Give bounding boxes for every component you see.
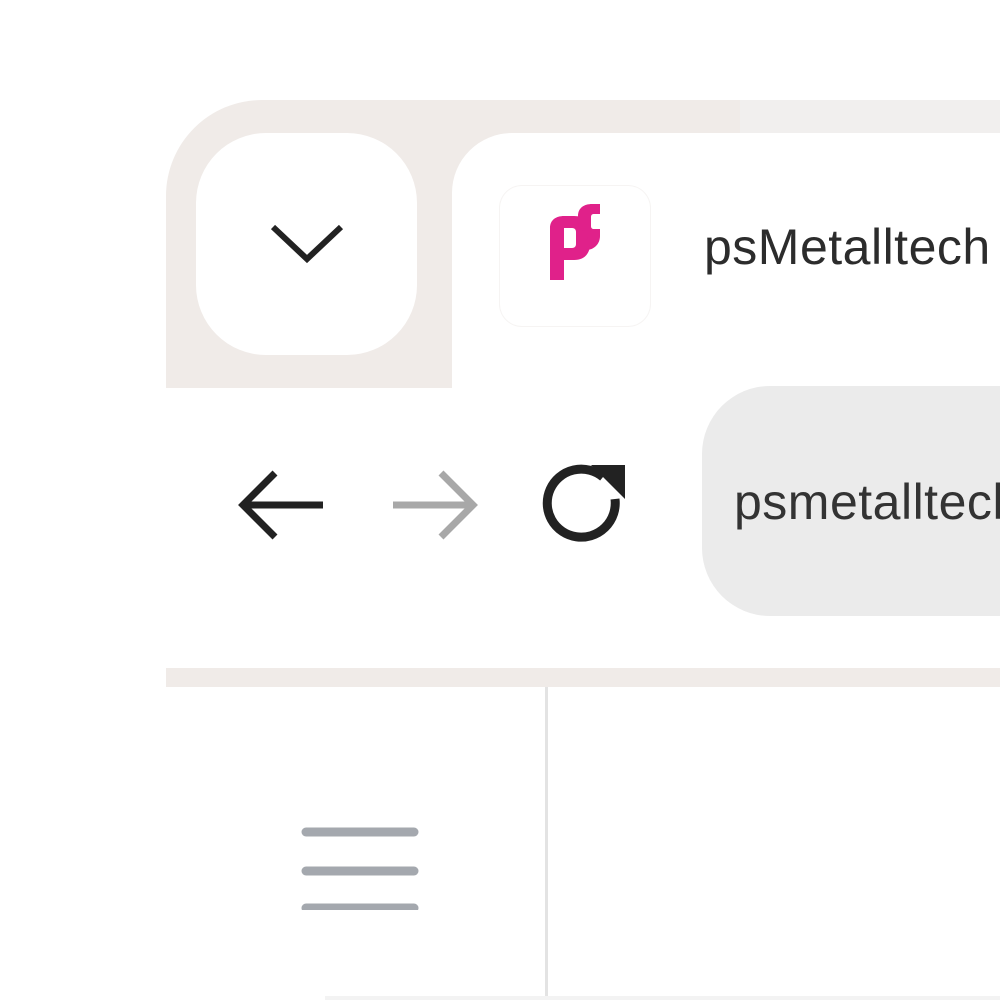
back-button[interactable] (226, 455, 336, 555)
tab-title: psMetalltech (704, 219, 991, 275)
menu-button[interactable] (290, 800, 430, 920)
forward-button[interactable] (380, 455, 490, 555)
tab-search-button[interactable] (196, 133, 417, 355)
chevron-down-icon (270, 224, 343, 264)
arrow-right-icon (393, 470, 478, 540)
toolbar-divider (166, 668, 1000, 687)
side-panel-divider[interactable] (545, 687, 548, 1000)
address-text[interactable]: psmetalltech (734, 473, 1000, 531)
browser-window: psMetalltech psmetalltech (0, 0, 1000, 1000)
arrow-left-icon (238, 470, 323, 540)
content-bottom-edge (325, 996, 1000, 1000)
reload-button[interactable] (530, 455, 640, 555)
reload-icon (542, 464, 625, 542)
hamburger-menu-icon (301, 827, 419, 910)
tab-favicon (500, 186, 650, 326)
ps-logo-icon (550, 204, 600, 280)
